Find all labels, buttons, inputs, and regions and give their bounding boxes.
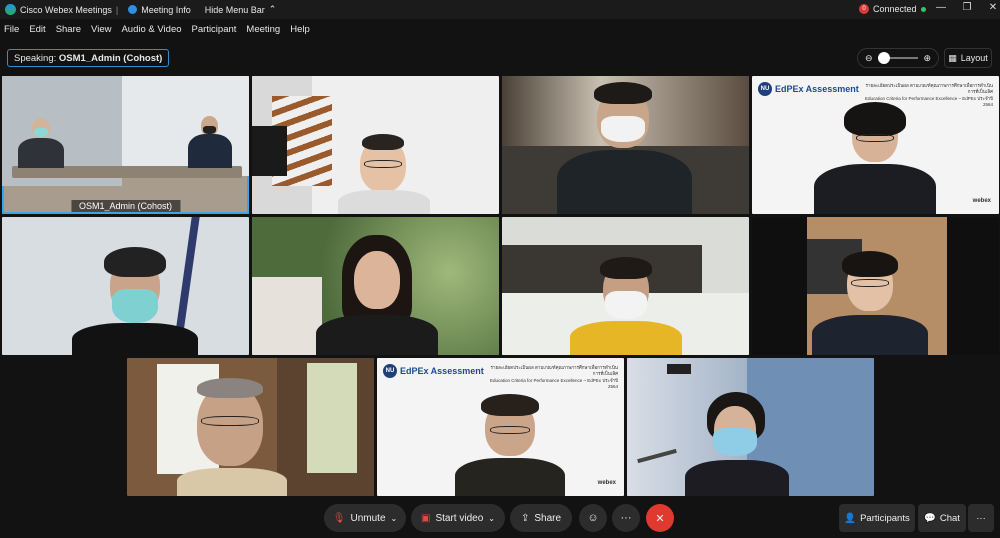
more-options-button[interactable]: ··· (612, 504, 640, 532)
unmute-button[interactable]: 🎙 Unmute ⌄ (324, 504, 406, 532)
speaking-indicator: Speaking: OSM1_Admin (Cohost) (7, 49, 170, 67)
minimize-icon[interactable]: — (930, 2, 952, 13)
edpex-brand: NU EdPEx Assessment (383, 364, 484, 378)
participants-label: Participants (860, 512, 910, 524)
panel-more-button[interactable]: ··· (968, 504, 994, 532)
hide-menu-bar-label: Hide Menu Bar (204, 4, 265, 15)
chat-bubble-icon: 💬 (924, 512, 936, 524)
start-video-button[interactable]: ▣ Start video ⌄ (411, 504, 505, 532)
close-icon: ✕ (655, 512, 665, 525)
smiley-icon: ☺ (587, 512, 599, 524)
window-controls: — ❐ ✕ (930, 2, 1000, 13)
edpex-brand: NU EdPEx Assessment (758, 82, 859, 96)
zoom-slider[interactable] (877, 52, 919, 64)
video-tile-participant-9[interactable] (127, 358, 374, 496)
zoom-slider-knob[interactable] (877, 52, 890, 64)
meeting-info-label: Meeting Info (141, 4, 191, 15)
connection-status-label: Connected (873, 4, 917, 14)
video-off-icon: ▣ (421, 512, 431, 524)
title-bar: Cisco Webex Meetings | Meeting Info Hide… (0, 0, 1000, 19)
layout-grid-icon: ▦ (948, 52, 957, 63)
share-label: Share (534, 512, 562, 524)
edpex-brand-label: EdPEx Assessment (775, 84, 859, 94)
end-meeting-button[interactable]: ✕ (646, 504, 674, 532)
edpex-note-line2: Education Criteria for Performance Excel… (489, 377, 618, 389)
menu-edit[interactable]: Edit (29, 24, 45, 35)
person-icon: 👤 (844, 512, 857, 524)
menu-audio-video[interactable]: Audio & Video (121, 24, 181, 35)
meeting-info-icon (128, 5, 138, 14)
webex-watermark: webex (597, 480, 616, 486)
connection-status[interactable]: 0 Connected (859, 4, 926, 14)
chevron-up-icon: ⌃ (268, 4, 277, 14)
webex-logo-icon (5, 4, 16, 15)
video-tile-participant-2[interactable] (252, 76, 499, 214)
nu-logo-icon: NU (758, 82, 772, 96)
menu-help[interactable]: Help (290, 24, 310, 35)
menu-bar: File Edit Share View Audio & Video Parti… (0, 19, 1000, 39)
app-title-group: Cisco Webex Meetings | (5, 4, 118, 15)
more-icon: ··· (976, 512, 986, 524)
meeting-info-button[interactable]: Meeting Info (128, 5, 191, 15)
share-button[interactable]: ⇪ Share (510, 504, 572, 532)
speaking-name: OSM1_Admin (Cohost) (58, 52, 163, 64)
close-icon[interactable]: ✕ (982, 2, 1000, 13)
microphone-muted-icon: 🎙 (332, 512, 346, 524)
video-tile-participant-10[interactable]: NU EdPEx Assessment รายละเอียดประเมินผล ต… (377, 358, 624, 496)
title-separator: | (115, 4, 119, 15)
edpex-note: รายละเอียดประเมินผล ตามเกณฑ์คุณภาพการศึก… (488, 365, 618, 390)
tile-name-label: OSM1_Admin (Cohost) (70, 200, 181, 212)
menu-view[interactable]: View (91, 24, 111, 35)
hide-menu-bar-button[interactable]: Hide Menu Bar ⌃ (205, 4, 277, 15)
reactions-button[interactable]: ☺ (579, 504, 607, 532)
layout-label: Layout (960, 53, 988, 63)
video-tile-osm1-admin[interactable]: OSM1_Admin (Cohost) (2, 76, 249, 214)
menu-participant[interactable]: Participant (192, 24, 237, 35)
video-tile-participant-7[interactable] (502, 217, 749, 355)
chevron-down-icon[interactable]: ⌄ (488, 514, 495, 523)
video-tile-participant-3[interactable] (502, 76, 749, 214)
chevron-down-icon[interactable]: ⌄ (391, 514, 398, 523)
share-icon: ⇪ (520, 512, 530, 524)
restore-icon[interactable]: ❐ (956, 2, 978, 13)
menu-meeting[interactable]: Meeting (246, 24, 280, 35)
unmute-label: Unmute (350, 512, 386, 524)
video-tile-participant-6[interactable] (252, 217, 499, 355)
video-tile-participant-4[interactable]: NU EdPEx Assessment รายละเอียดประเมินผล ต… (752, 76, 999, 214)
video-tile-participant-8[interactable] (752, 217, 999, 355)
chat-button[interactable]: 💬 Chat (918, 504, 966, 532)
layout-button[interactable]: ▦ Layout (944, 48, 992, 68)
video-tile-participant-5[interactable] (2, 217, 249, 355)
edpex-brand-label: EdPEx Assessment (400, 366, 484, 376)
more-icon: ··· (620, 512, 632, 524)
menu-share[interactable]: Share (56, 24, 81, 35)
app-title: Cisco Webex Meetings (20, 4, 112, 15)
start-video-label: Start video (435, 512, 484, 524)
status-count-badge: 0 (859, 4, 869, 14)
video-tile-participant-11[interactable] (627, 358, 874, 496)
chat-label: Chat (939, 512, 960, 524)
menu-file[interactable]: File (4, 24, 19, 35)
connected-dot-icon (920, 6, 926, 12)
webex-watermark: webex (972, 198, 991, 204)
zoom-in-icon[interactable]: ⊕ (923, 53, 931, 64)
edpex-note-line1: รายละเอียดประเมินผล ตามเกณฑ์คุณภาพการศึก… (865, 83, 993, 95)
zoom-control: ⊖ ⊕ (857, 48, 939, 68)
zoom-out-icon[interactable]: ⊖ (865, 53, 873, 64)
edpex-note-line1: รายละเอียดประเมินผล ตามเกณฑ์คุณภาพการศึก… (490, 365, 618, 377)
participants-button[interactable]: 👤 Participants (839, 504, 915, 532)
speaking-prefix: Speaking: (14, 52, 57, 64)
nu-logo-icon: NU (383, 364, 397, 378)
